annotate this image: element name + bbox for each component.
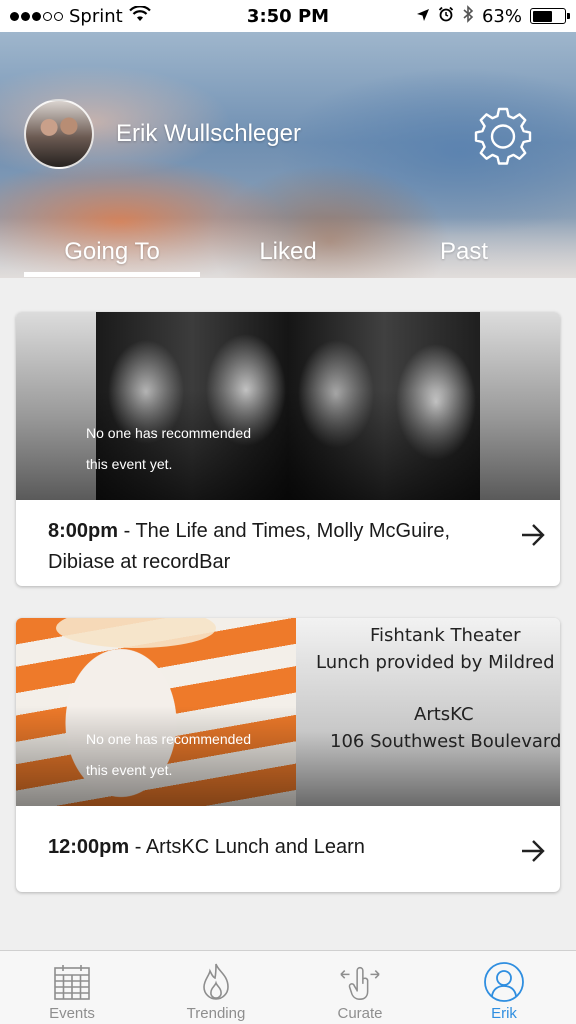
tab-erik[interactable]: Erik <box>432 951 576 1024</box>
image-text-line: Lunch provided by Mildred <box>316 652 555 673</box>
status-bar: Sprint 3:50 PM 63% <box>0 0 576 32</box>
tab-label: Trending <box>186 1005 246 1022</box>
image-text-line: Fishtank Theater <box>370 625 521 646</box>
recommendation-line: No one has recommended <box>86 425 251 441</box>
image-text-spacer <box>308 676 560 701</box>
arrow-right-icon <box>520 523 546 552</box>
battery-fill <box>532 10 553 22</box>
recommendation-line: this event yet. <box>86 456 173 472</box>
signal-dot <box>43 11 52 21</box>
location-arrow-icon <box>416 6 430 27</box>
event-summary: 8:00pm - The Life and Times, Molly McGui… <box>16 500 560 586</box>
tab-label: Events <box>49 1005 95 1022</box>
tab-curate[interactable]: Curate <box>288 951 432 1024</box>
recommendation-line: this event yet. <box>86 762 173 778</box>
event-time: 8:00pm <box>48 520 119 542</box>
tab-going-to[interactable]: Going To <box>24 238 200 266</box>
avatar[interactable] <box>24 99 94 169</box>
event-title: ArtsKC Lunch and Learn <box>145 836 365 858</box>
image-text-line: 106 Southwest Boulevard <box>330 731 560 752</box>
signal-dot <box>54 11 63 21</box>
user-icon <box>483 961 525 1003</box>
battery-icon <box>530 8 570 24</box>
recommendation-line: No one has recommended <box>86 731 251 747</box>
tab-label: Curate <box>337 1005 383 1022</box>
signal-dot <box>10 11 19 21</box>
battery-percent: 63% <box>481 5 522 27</box>
profile-header: Erik Wullschleger Going To Liked Past <box>0 32 576 278</box>
wifi-icon <box>128 4 151 27</box>
open-event-button[interactable] <box>518 522 548 552</box>
signal-dot <box>21 11 30 21</box>
bottom-tab-bar: Events Trending Curate Erik <box>0 950 576 1024</box>
event-image: Fishtank Theater Lunch provided by Mildr… <box>16 618 560 806</box>
tab-label: Erik <box>491 1005 517 1022</box>
image-text-line: ArtsKC <box>414 704 474 725</box>
recommendation-note: No one has recommended this event yet. <box>86 418 306 480</box>
event-image-text: Fishtank Theater Lunch provided by Mildr… <box>308 622 560 755</box>
tab-past[interactable]: Past <box>376 238 552 266</box>
swipe-hand-icon <box>339 961 381 1003</box>
carrier-name: Sprint <box>69 5 123 27</box>
status-right: 63% <box>416 4 570 28</box>
event-separator: - <box>129 836 146 858</box>
open-event-button[interactable] <box>518 838 548 868</box>
signal-dot <box>32 11 41 21</box>
profile-tabs: Going To Liked Past <box>0 232 576 278</box>
event-image: No one has recommended this event yet. <box>16 312 560 500</box>
signal-strength-icon <box>10 11 63 21</box>
event-separator: - <box>118 520 136 542</box>
alarm-clock-icon <box>438 6 454 27</box>
event-card[interactable]: Fishtank Theater Lunch provided by Mildr… <box>16 618 560 892</box>
tab-liked[interactable]: Liked <box>200 238 376 266</box>
selected-tab-indicator <box>24 272 200 277</box>
event-time: 12:00pm <box>48 836 130 858</box>
settings-button[interactable] <box>472 106 534 168</box>
arrow-right-icon <box>520 839 546 868</box>
recommendation-note: No one has recommended this event yet. <box>86 724 306 786</box>
tab-events[interactable]: Events <box>0 951 144 1024</box>
gear-icon <box>473 105 533 170</box>
bluetooth-icon <box>462 4 474 28</box>
tab-trending[interactable]: Trending <box>144 951 288 1024</box>
event-summary: 12:00pm - ArtsKC Lunch and Learn <box>16 806 560 892</box>
flame-icon <box>195 961 237 1003</box>
event-card[interactable]: No one has recommended this event yet. 8… <box>16 312 560 586</box>
calendar-icon <box>51 961 93 1003</box>
profile-name: Erik Wullschleger <box>116 120 301 147</box>
status-left: Sprint <box>10 4 151 27</box>
